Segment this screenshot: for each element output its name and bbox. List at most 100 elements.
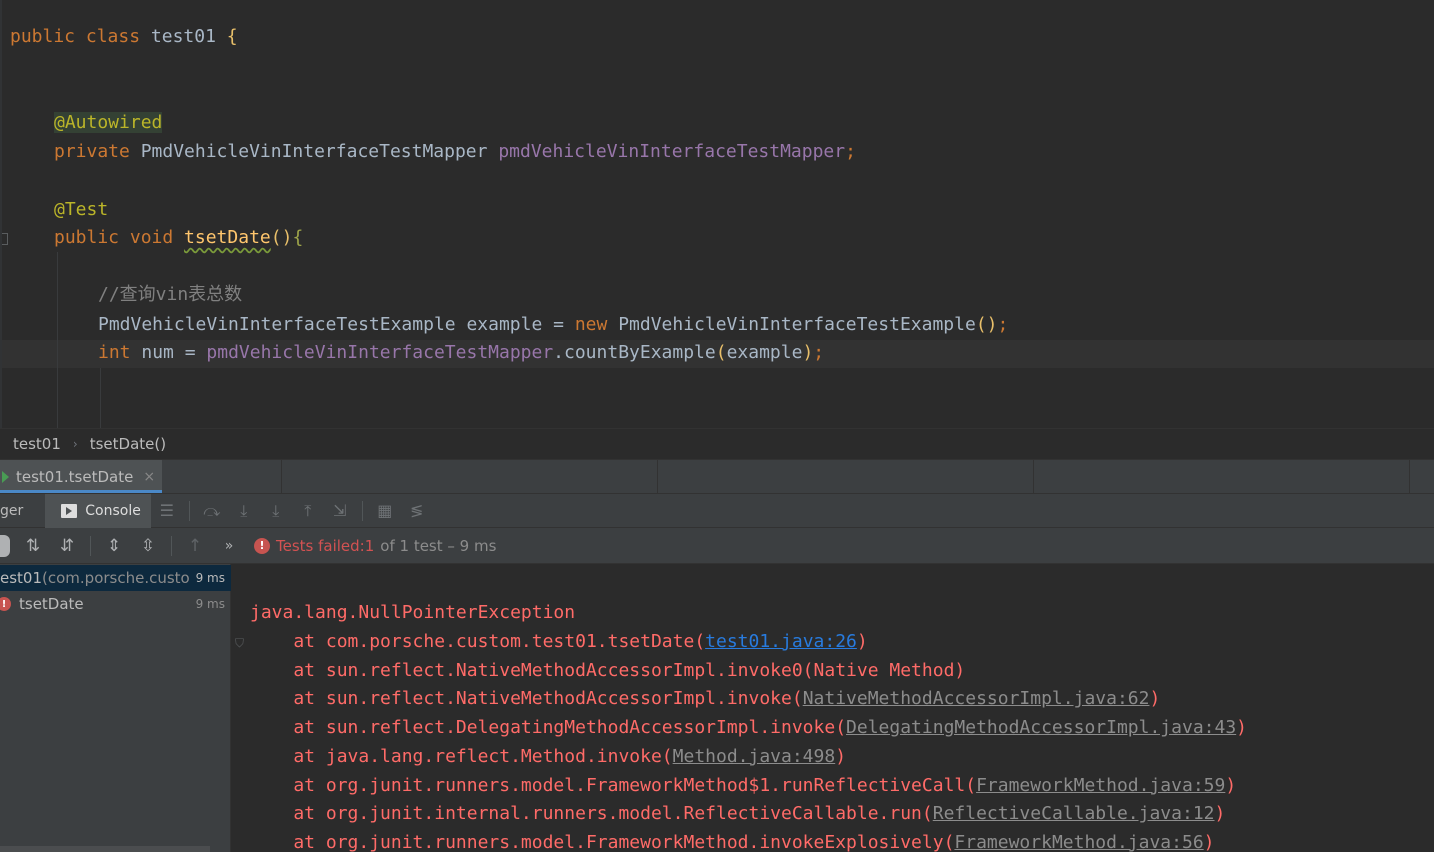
- tab-slot: [162, 460, 282, 493]
- source-link[interactable]: FrameworkMethod.java:56: [954, 832, 1203, 852]
- annotation: @Test: [54, 199, 109, 220]
- brace: {: [226, 26, 238, 47]
- stack-frame-text: at sun.reflect.NativeMethodAccessorImpl.…: [250, 688, 803, 710]
- stack-frame-line: at sun.reflect.NativeMethodAccessorImpl.…: [250, 656, 965, 685]
- divider: [90, 535, 91, 556]
- sort-alpha-icon[interactable]: ⇅: [22, 535, 44, 557]
- step-out-icon[interactable]: ⤒: [299, 501, 317, 520]
- close-icon[interactable]: ×: [143, 469, 155, 485]
- evaluate-icon[interactable]: ▦: [376, 501, 394, 520]
- stack-frame-text: at sun.reflect.DelegatingMethodAccessorI…: [250, 717, 847, 739]
- stack-frame-text: ): [1225, 774, 1237, 796]
- breadcrumb-method[interactable]: tsetDate(): [90, 435, 166, 453]
- code-line-method[interactable]: public void tsetDate(){: [54, 224, 303, 252]
- sort-duration-icon[interactable]: ⇵: [56, 535, 78, 557]
- paren: (): [270, 227, 293, 248]
- test-status-failed-count: 1: [364, 536, 375, 555]
- source-link[interactable]: DelegatingMethodAccessorImpl.java:43: [846, 717, 1236, 738]
- class-name: test01: [150, 26, 227, 47]
- tab-console[interactable]: Console: [45, 493, 151, 528]
- stack-frame-text: ): [1214, 803, 1226, 825]
- stack-frame-text: at com.porsche.custom.test01.tsetDate(: [250, 631, 706, 652]
- horizontal-scrollbar[interactable]: [0, 846, 210, 852]
- test-tree[interactable]: est01 (com.porsche.custo 9 ms ! tsetDate…: [0, 564, 231, 852]
- code-line-autowired[interactable]: @Autowired: [54, 109, 163, 137]
- exception-line: java.lang.NullPointerException: [250, 602, 576, 623]
- divider: [188, 500, 190, 521]
- force-step-into-icon[interactable]: ⤓: [267, 501, 285, 520]
- menu-icon[interactable]: ☰: [158, 501, 176, 520]
- run-to-cursor-icon[interactable]: ⇲: [331, 501, 349, 520]
- code-line-test-annotation[interactable]: @Test: [54, 196, 108, 224]
- stack-frame-text: ): [1149, 688, 1161, 710]
- step-into-icon[interactable]: ⤓: [235, 501, 253, 520]
- keyword: public class: [10, 26, 151, 47]
- keyword: new: [574, 314, 619, 335]
- code-line-example[interactable]: PmdVehicleVinInterfaceTestExample exampl…: [98, 311, 1008, 339]
- tree-item-test01[interactable]: est01 (com.porsche.custo 9 ms: [0, 565, 231, 591]
- method-call: .countByExample: [553, 342, 716, 363]
- field-name: pmdVehicleVinInterfaceTestMapper: [206, 342, 554, 363]
- variable: num =: [141, 342, 207, 363]
- console-icon: [61, 503, 78, 518]
- source-link[interactable]: NativeMethodAccessorImpl.java:62: [803, 688, 1150, 709]
- collapse-all-icon[interactable]: ⇳: [137, 535, 159, 557]
- run-tab-bar: test01.tsetDate ×: [0, 459, 1434, 493]
- test-toolbar: ⇅ ⇵ ⇕ ⇳ ↑ » ! Tests failed: 1 of 1 test …: [0, 528, 1434, 564]
- stack-frame-text: ): [856, 631, 868, 652]
- test-status-rest: of 1 test – 9 ms: [380, 536, 497, 555]
- stack-frame-text: at org.junit.runners.model.FrameworkMeth…: [250, 831, 955, 852]
- constructor: PmdVehicleVinInterfaceTestExample: [618, 314, 976, 335]
- brace: {: [292, 227, 304, 248]
- paren: (: [715, 342, 727, 363]
- tab-debugger[interactable]: ger: [0, 503, 31, 519]
- console-tab-label: Console: [85, 502, 141, 519]
- stack-frame-line: at sun.reflect.DelegatingMethodAccessorI…: [250, 713, 1247, 742]
- tab-slot: [658, 460, 1034, 493]
- chevrons-right-icon[interactable]: »: [218, 535, 240, 557]
- fold-icon[interactable]: [2, 233, 8, 245]
- source-link[interactable]: FrameworkMethod.java:59: [976, 775, 1225, 796]
- fold-icon[interactable]: ⛉: [235, 636, 247, 650]
- stack-frame-text: ): [1203, 831, 1215, 852]
- keyword: public void: [54, 227, 185, 248]
- source-link[interactable]: ReflectiveCallable.java:12: [933, 803, 1215, 824]
- run-tab-test01[interactable]: test01.tsetDate ×: [0, 460, 162, 493]
- trace-icon[interactable]: ≶: [408, 501, 426, 520]
- semicolon: ;: [997, 314, 1009, 335]
- code-line-comment[interactable]: //查询vin表总数: [98, 281, 242, 309]
- declaration: PmdVehicleVinInterfaceTestExample exampl…: [98, 314, 575, 335]
- tree-item-tsetDate[interactable]: ! tsetDate 9 ms: [0, 591, 231, 617]
- keyword: int: [98, 342, 142, 363]
- tree-item-time: 9 ms: [195, 597, 225, 611]
- comment: //查询vin表总数: [98, 284, 243, 305]
- expand-all-icon[interactable]: ⇕: [103, 535, 125, 557]
- annotation: @Autowired: [54, 112, 163, 133]
- source-link[interactable]: test01.java:26: [705, 631, 857, 652]
- breadcrumb: test01 › tsetDate(): [0, 428, 1434, 459]
- play-icon: [2, 471, 9, 483]
- divider: [171, 535, 172, 556]
- indent-guide: [57, 252, 58, 428]
- test-status-prefix: Tests failed:: [276, 536, 365, 555]
- console-output[interactable]: ⛉ java.lang.NullPointerException at com.…: [232, 564, 1434, 852]
- stack-frame-text: at org.junit.internal.runners.model.Refl…: [250, 803, 933, 825]
- divider: [361, 500, 363, 521]
- rerun-icon[interactable]: [0, 534, 10, 557]
- keyword: private: [54, 141, 141, 162]
- up-arrow-icon[interactable]: ↑: [184, 535, 206, 557]
- code-line-field[interactable]: private PmdVehicleVinInterfaceTestMapper…: [54, 138, 856, 166]
- stack-frame-text: ): [1236, 717, 1248, 739]
- tab-slot: [1034, 460, 1410, 493]
- breadcrumb-class[interactable]: test01: [13, 435, 61, 453]
- stack-frame-line: at java.lang.reflect.Method.invoke(Metho…: [250, 742, 846, 771]
- source-link[interactable]: Method.java:498: [673, 746, 836, 767]
- error-icon: !: [254, 537, 270, 554]
- code-line-count[interactable]: int num = pmdVehicleVinInterfaceTestMapp…: [98, 339, 824, 367]
- code-line-1[interactable]: public class test01 {: [10, 23, 238, 51]
- code-editor[interactable]: public class test01 { @Autowired private…: [0, 0, 1434, 428]
- step-over-icon[interactable]: ⤼: [203, 501, 221, 520]
- paren: ): [802, 342, 814, 363]
- error-icon: !: [0, 597, 11, 611]
- run-toolbar: ger Console ☰ ⤼ ⤓ ⤓ ⤒ ⇲ ▦ ≶: [0, 493, 1434, 528]
